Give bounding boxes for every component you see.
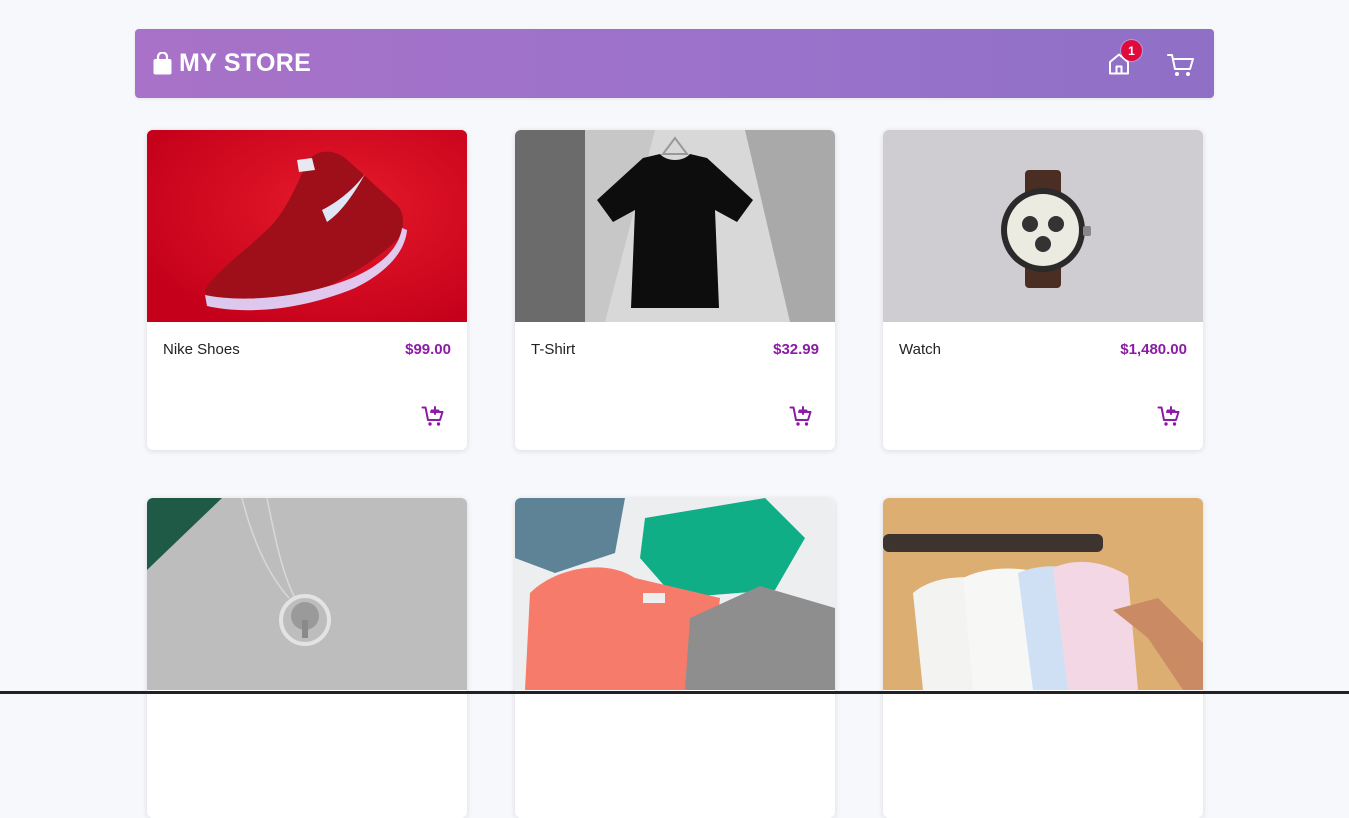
product-image-tree-pendant-necklace[interactable] (147, 498, 467, 690)
product-card[interactable] (147, 498, 467, 818)
product-card[interactable]: Nike Shoes $99.00 (147, 130, 467, 450)
add-to-cart-icon[interactable] (421, 404, 445, 428)
cart-icon[interactable] (1166, 49, 1196, 79)
product-name: Nike Shoes (163, 341, 240, 358)
product-price: $99.00 (405, 341, 451, 358)
product-image-dress-shirts-on-hangers[interactable] (883, 498, 1203, 690)
store-title: MY STORE (179, 49, 312, 77)
product-price: $1,480.00 (1120, 341, 1187, 358)
product-image-wristwatch[interactable] (883, 130, 1203, 322)
shopping-bag-icon (153, 52, 172, 75)
product-price: $32.99 (773, 341, 819, 358)
product-image-folded-polo-shirts[interactable] (515, 498, 835, 690)
product-name: Watch (899, 341, 941, 358)
product-card[interactable]: Watch $1,480.00 (883, 130, 1203, 450)
cart-count-badge: 1 (1121, 40, 1142, 61)
header-nav: 1 (1074, 29, 1214, 98)
product-card[interactable] (883, 498, 1203, 818)
product-card[interactable]: T-Shirt $32.99 (515, 130, 835, 450)
add-to-cart-icon[interactable] (1157, 404, 1181, 428)
store-header: MY STORE 1 (135, 29, 1214, 98)
product-card[interactable] (515, 498, 835, 818)
product-image-black-tshirt[interactable] (515, 130, 835, 322)
product-name: T-Shirt (531, 341, 576, 358)
product-image-red-sneaker[interactable] (147, 130, 467, 322)
add-to-cart-icon[interactable] (789, 404, 813, 428)
store-brand[interactable]: MY STORE (153, 49, 311, 78)
